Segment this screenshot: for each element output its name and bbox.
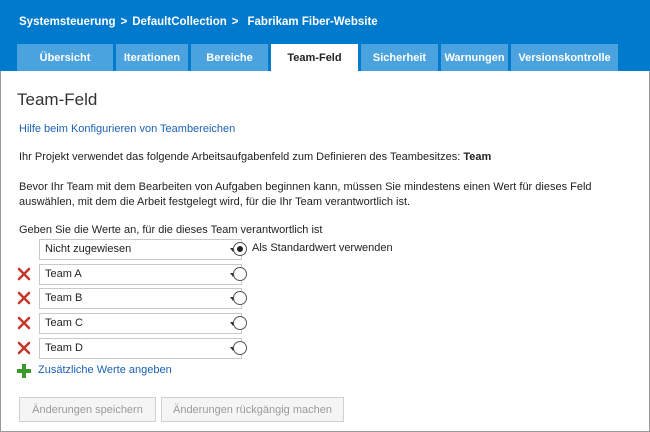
- breadcrumb-separator: >: [120, 16, 128, 28]
- save-changes-button[interactable]: Änderungen speichern: [19, 397, 156, 422]
- description-text: Bevor Ihr Team mit dem Bearbeiten von Au…: [19, 181, 592, 208]
- value-row: Team A: [17, 264, 437, 285]
- value-select-text: Nicht zugewiesen: [45, 243, 132, 255]
- value-select[interactable]: Team A: [39, 264, 242, 285]
- intro-sentence: Ihr Projekt verwendet das folgende Arbei…: [19, 151, 461, 163]
- tab-overview[interactable]: Übersicht: [17, 44, 113, 71]
- value-select[interactable]: Nicht zugewiesen: [39, 239, 242, 260]
- tab-alerts[interactable]: Warnungen: [441, 44, 508, 71]
- value-select-text: Team C: [45, 317, 83, 329]
- value-select-text: Team A: [45, 268, 82, 280]
- breadcrumb-control-panel[interactable]: Systemsteuerung: [19, 16, 116, 28]
- page-title: Team-Feld: [17, 90, 98, 109]
- breadcrumb-collection[interactable]: DefaultCollection: [132, 16, 227, 28]
- default-radio[interactable]: [233, 267, 247, 281]
- tab-bar: Übersicht Iterationen Bereiche Team-Feld…: [17, 44, 621, 71]
- value-select-text: Team B: [45, 292, 83, 304]
- red-x-icon[interactable]: [17, 341, 31, 355]
- breadcrumb: Systemsteuerung > DefaultCollection > Fabrik…: [19, 16, 378, 28]
- help-link[interactable]: Hilfe beim Konfigurieren von Teambereich…: [19, 123, 235, 135]
- red-x-icon[interactable]: [17, 291, 31, 305]
- red-x-icon[interactable]: [17, 267, 31, 281]
- tab-iterations[interactable]: Iterationen: [116, 44, 188, 71]
- value-select-text: Team D: [45, 342, 83, 354]
- undo-changes-button[interactable]: Änderungen rückgängig machen: [161, 397, 344, 422]
- value-select[interactable]: Team C: [39, 313, 242, 334]
- default-radio[interactable]: [233, 316, 247, 330]
- tab-team-field[interactable]: Team-Feld: [271, 44, 358, 71]
- value-row: Team C: [17, 313, 437, 334]
- default-radio[interactable]: [233, 291, 247, 305]
- tab-areas[interactable]: Bereiche: [191, 44, 268, 71]
- add-values-link[interactable]: Zusätzliche Werte angeben: [17, 363, 217, 379]
- value-select[interactable]: Team D: [39, 338, 242, 359]
- value-row: Nicht zugewiesen Als Standardwert verwen…: [17, 239, 437, 260]
- add-values-label: Zusätzliche Werte angeben: [38, 364, 172, 376]
- tab-security[interactable]: Sicherheit: [361, 44, 438, 71]
- values-prompt: Geben Sie die Werte an, für die dieses T…: [19, 224, 323, 236]
- value-row: Team D: [17, 338, 437, 359]
- breadcrumb-separator: >: [231, 16, 239, 28]
- value-select[interactable]: Team B: [39, 288, 242, 309]
- green-plus-icon: [17, 364, 31, 378]
- default-radio[interactable]: [233, 242, 247, 256]
- header-bar: Systemsteuerung > DefaultCollection > Fabrik…: [0, 0, 650, 71]
- intro-text: Ihr Projekt verwendet das folgende Arbei…: [19, 151, 491, 163]
- breadcrumb-project[interactable]: Fabrikam Fiber-Website: [248, 16, 378, 28]
- value-row: Team B: [17, 288, 437, 309]
- default-radio[interactable]: [233, 341, 247, 355]
- intro-field-name: Team: [463, 151, 492, 163]
- tab-version-control[interactable]: Versionskontrolle: [511, 44, 618, 71]
- red-x-icon[interactable]: [17, 316, 31, 330]
- default-radio-label: Als Standardwert verwenden: [252, 242, 393, 254]
